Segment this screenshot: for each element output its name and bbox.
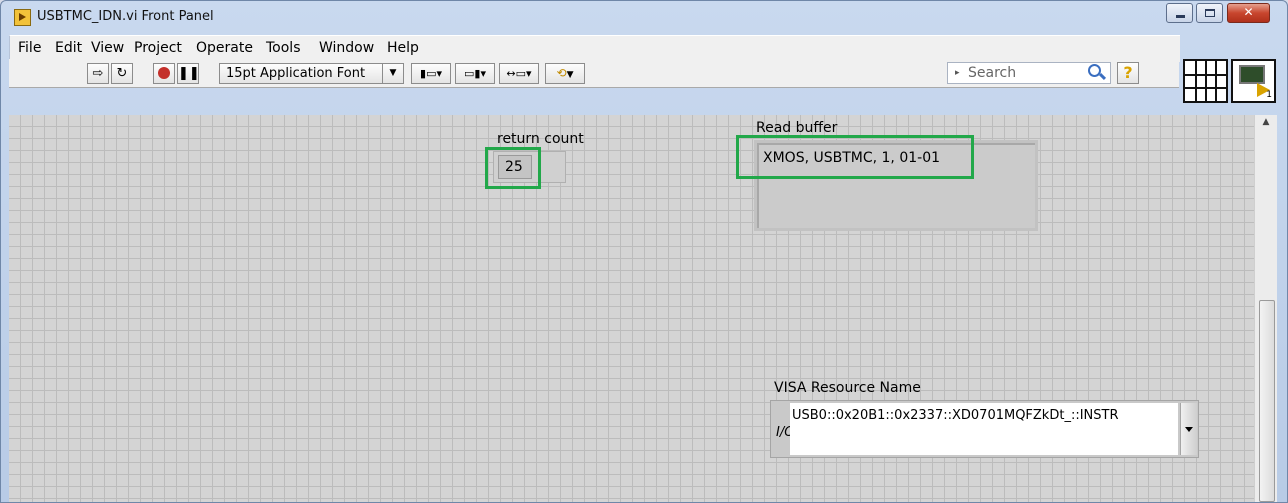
menu-help[interactable]: Help [387,40,419,56]
chevron-down-icon: ▼ [566,70,574,80]
menu-operate[interactable]: Operate [196,40,253,56]
menu-project[interactable]: Project [134,40,182,56]
close-icon: ✕ [1243,5,1254,19]
abort-button[interactable] [153,63,175,84]
menu-tools[interactable]: Tools [266,40,301,56]
run-arrow-icon: ⇨ [92,66,104,81]
chevron-down-icon: ▼ [382,64,403,83]
font-selector[interactable]: 15pt Application Font ▼ [219,63,404,84]
distribute-objects-icon: ▭▮▾ [464,67,486,80]
reorder-button[interactable]: ⟲▼ [545,63,585,84]
vi-monitor-icon [1239,65,1265,84]
toolbar: ⇨ ↻ ❚❚ 15pt Application Font ▼ ▮▭▾ ▭▮▾ ↔… [9,59,1179,88]
read-buffer-label: Read buffer [756,120,838,136]
window-title: USBTMC_IDN.vi Front Panel [37,9,214,24]
menu-view[interactable]: View [91,40,124,56]
visa-resource-control[interactable]: I/O USB0::0x20B1::0x2337::XD0701MQFZkDt_… [770,400,1199,458]
search-expand-icon: ▸ [955,68,960,78]
labview-window: USBTMC_IDN.vi Front Panel ✕ File Edit Vi… [0,0,1288,503]
vi-icon[interactable]: 1 [1231,59,1276,103]
visa-dropdown-button[interactable] [1180,403,1197,455]
return-count-highlight [485,147,541,189]
distribute-objects-button[interactable]: ▭▮▾ [455,63,495,84]
menu-window[interactable]: Window [319,40,374,56]
labview-app-icon [14,9,31,26]
visa-resource-field[interactable]: USB0::0x20B1::0x2337::XD0701MQFZkDt_::IN… [790,403,1178,455]
connector-pane[interactable] [1183,59,1228,103]
search-icon[interactable] [1088,64,1101,77]
pause-icon: ❚❚ [178,66,200,81]
reorder-icon: ⟲ [556,66,567,80]
visa-resource-label: VISA Resource Name [774,380,921,396]
run-button[interactable]: ⇨ [87,63,109,84]
search-box[interactable]: ▸ Search [947,62,1111,84]
menu-bar: File Edit View Project Operate Tools Win… [9,35,1180,62]
resize-objects-icon: ↔▭▾ [506,67,532,80]
stop-icon [158,67,170,79]
pause-button[interactable]: ❚❚ [177,63,200,84]
return-count-label: return count [497,131,584,147]
scroll-up-icon[interactable]: ▲ [1255,117,1277,127]
menu-file[interactable]: File [18,40,41,56]
close-button[interactable]: ✕ [1227,3,1270,23]
help-icon: ? [1123,63,1133,82]
menu-edit[interactable]: Edit [55,40,82,56]
title-bar[interactable]: USBTMC_IDN.vi Front Panel ✕ [1,1,1287,35]
minimize-button[interactable] [1166,3,1193,23]
run-continuously-button[interactable]: ↻ [111,63,133,84]
read-buffer-highlight [736,135,974,179]
run-continuously-icon: ↻ [116,66,128,81]
vertical-scrollbar[interactable]: ▲ [1254,115,1277,502]
resize-objects-button[interactable]: ↔▭▾ [499,63,539,84]
context-help-button[interactable]: ? [1117,62,1139,84]
align-objects-icon: ▮▭▾ [420,67,442,80]
scrollbar-thumb[interactable] [1259,300,1275,502]
vi-icon-number: 1 [1266,90,1272,100]
align-objects-button[interactable]: ▮▭▾ [411,63,451,84]
font-label: 15pt Application Font [226,66,366,81]
search-placeholder: Search [968,65,1017,81]
maximize-button[interactable] [1196,3,1223,23]
